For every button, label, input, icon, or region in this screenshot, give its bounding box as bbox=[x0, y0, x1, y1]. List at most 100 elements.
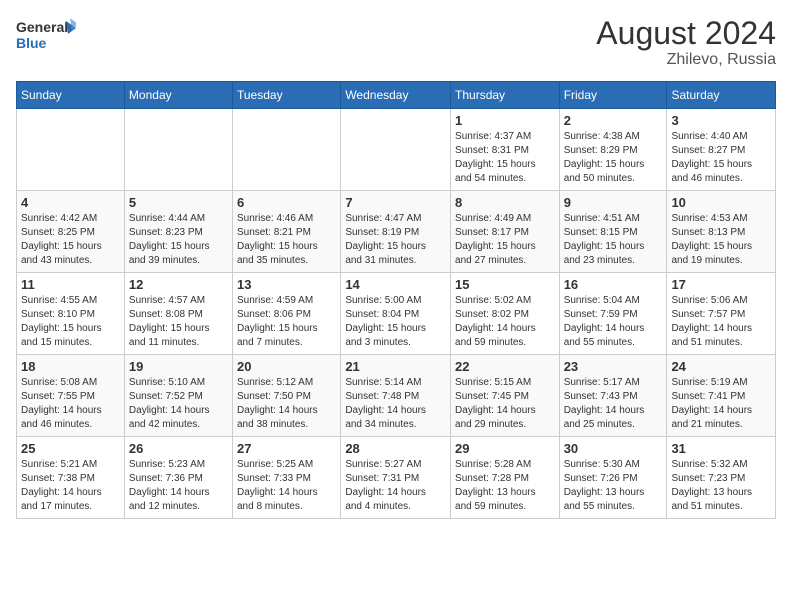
day-info: Sunrise: 5:06 AM Sunset: 7:57 PM Dayligh… bbox=[671, 294, 771, 350]
day-number: 26 bbox=[129, 441, 228, 456]
day-number: 16 bbox=[564, 277, 663, 292]
calendar-cell: 9 Sunrise: 4:51 AM Sunset: 8:15 PM Daylig… bbox=[559, 191, 667, 273]
day-number: 3 bbox=[671, 113, 771, 128]
day-number: 12 bbox=[129, 277, 228, 292]
calendar-cell bbox=[233, 109, 341, 191]
calendar-cell: 16Sunrise: 5:04 AM Sunset: 7:59 PM Dayli… bbox=[559, 273, 667, 355]
calendar-cell: 22 Sunrise: 5:15 AM Sunset: 7:45 PM Dayli… bbox=[451, 355, 560, 437]
day-info: Sunrise: 4:42 AM Sunset: 8:25 PM Dayligh… bbox=[21, 212, 120, 268]
day-number: 20 bbox=[237, 359, 336, 374]
day-info: Sunrise: 5:12 AM Sunset: 7:50 PM Dayligh… bbox=[237, 376, 336, 432]
calendar-week-1: 4 Sunrise: 4:42 AM Sunset: 8:25 PM Daylig… bbox=[17, 191, 776, 273]
calendar-header-row: SundayMondayTuesdayWednesdayThursdayFrid… bbox=[17, 82, 776, 109]
calendar-cell: 21Sunrise: 5:14 AM Sunset: 7:48 PM Dayli… bbox=[341, 355, 451, 437]
calendar-table: SundayMondayTuesdayWednesdayThursdayFrid… bbox=[16, 81, 776, 519]
day-info: Sunrise: 4:37 AM Sunset: 8:31 PM Dayligh… bbox=[455, 130, 555, 186]
day-info: Sunrise: 4:40 AM Sunset: 8:27 PM Dayligh… bbox=[671, 130, 771, 186]
day-info: Sunrise: 5:30 AM Sunset: 7:26 PM Dayligh… bbox=[564, 458, 663, 514]
day-info: Sunrise: 5:15 AM Sunset: 7:45 PM Dayligh… bbox=[455, 376, 555, 432]
calendar-cell: 13 Sunrise: 4:59 AM Sunset: 8:06 PM Dayli… bbox=[233, 273, 341, 355]
calendar-cell: 5Sunrise: 4:44 AM Sunset: 8:23 PM Daylig… bbox=[124, 191, 232, 273]
day-number: 5 bbox=[129, 195, 228, 210]
day-number: 18 bbox=[21, 359, 120, 374]
page-header: GeneralBlue August 2024 Zhilevo, Russia bbox=[16, 16, 776, 69]
day-info: Sunrise: 4:57 AM Sunset: 8:08 PM Dayligh… bbox=[129, 294, 228, 350]
day-header-friday: Friday bbox=[559, 82, 667, 109]
location-subtitle: Zhilevo, Russia bbox=[596, 51, 776, 69]
day-info: Sunrise: 5:00 AM Sunset: 8:04 PM Dayligh… bbox=[345, 294, 446, 350]
calendar-cell: 30Sunrise: 5:30 AM Sunset: 7:26 PM Dayli… bbox=[559, 437, 667, 519]
day-number: 27 bbox=[237, 441, 336, 456]
logo: GeneralBlue bbox=[16, 16, 76, 56]
calendar-cell: 25 Sunrise: 5:21 AM Sunset: 7:38 PM Dayli… bbox=[17, 437, 125, 519]
day-number: 2 bbox=[564, 113, 663, 128]
day-number: 4 bbox=[21, 195, 120, 210]
day-info: Sunrise: 4:55 AM Sunset: 8:10 PM Dayligh… bbox=[21, 294, 120, 350]
calendar-cell: 20 Sunrise: 5:12 AM Sunset: 7:50 PM Dayli… bbox=[233, 355, 341, 437]
day-header-wednesday: Wednesday bbox=[341, 82, 451, 109]
title-area: August 2024 Zhilevo, Russia bbox=[596, 16, 776, 69]
calendar-cell: 11 Sunrise: 4:55 AM Sunset: 8:10 PM Dayli… bbox=[17, 273, 125, 355]
day-number: 21 bbox=[345, 359, 446, 374]
day-info: Sunrise: 4:51 AM Sunset: 8:15 PM Dayligh… bbox=[564, 212, 663, 268]
day-info: Sunrise: 5:23 AM Sunset: 7:36 PM Dayligh… bbox=[129, 458, 228, 514]
day-number: 19 bbox=[129, 359, 228, 374]
calendar-cell bbox=[124, 109, 232, 191]
day-number: 6 bbox=[237, 195, 336, 210]
day-info: Sunrise: 5:27 AM Sunset: 7:31 PM Dayligh… bbox=[345, 458, 446, 514]
calendar-cell: 23Sunrise: 5:17 AM Sunset: 7:43 PM Dayli… bbox=[559, 355, 667, 437]
day-number: 25 bbox=[21, 441, 120, 456]
calendar-cell: 10 Sunrise: 4:53 AM Sunset: 8:13 PM Dayli… bbox=[667, 191, 776, 273]
day-number: 17 bbox=[671, 277, 771, 292]
day-number: 22 bbox=[455, 359, 555, 374]
calendar-cell bbox=[17, 109, 125, 191]
day-number: 11 bbox=[21, 277, 120, 292]
day-info: Sunrise: 5:10 AM Sunset: 7:52 PM Dayligh… bbox=[129, 376, 228, 432]
calendar-cell: 12 Sunrise: 4:57 AM Sunset: 8:08 PM Dayli… bbox=[124, 273, 232, 355]
day-number: 7 bbox=[345, 195, 446, 210]
day-info: Sunrise: 4:47 AM Sunset: 8:19 PM Dayligh… bbox=[345, 212, 446, 268]
calendar-cell: 7 Sunrise: 4:47 AM Sunset: 8:19 PM Daylig… bbox=[341, 191, 451, 273]
day-info: Sunrise: 5:17 AM Sunset: 7:43 PM Dayligh… bbox=[564, 376, 663, 432]
day-number: 31 bbox=[671, 441, 771, 456]
day-info: Sunrise: 4:46 AM Sunset: 8:21 PM Dayligh… bbox=[237, 212, 336, 268]
day-number: 24 bbox=[671, 359, 771, 374]
day-number: 14 bbox=[345, 277, 446, 292]
calendar-cell: 28Sunrise: 5:27 AM Sunset: 7:31 PM Dayli… bbox=[341, 437, 451, 519]
day-number: 9 bbox=[564, 195, 663, 210]
day-header-tuesday: Tuesday bbox=[233, 82, 341, 109]
calendar-cell bbox=[341, 109, 451, 191]
calendar-cell: 1Sunrise: 4:37 AM Sunset: 8:31 PM Daylig… bbox=[451, 109, 560, 191]
calendar-cell: 18Sunrise: 5:08 AM Sunset: 7:55 PM Dayli… bbox=[17, 355, 125, 437]
day-info: Sunrise: 5:02 AM Sunset: 8:02 PM Dayligh… bbox=[455, 294, 555, 350]
calendar-cell: 3 Sunrise: 4:40 AM Sunset: 8:27 PM Daylig… bbox=[667, 109, 776, 191]
calendar-week-0: 1Sunrise: 4:37 AM Sunset: 8:31 PM Daylig… bbox=[17, 109, 776, 191]
calendar-cell: 29Sunrise: 5:28 AM Sunset: 7:28 PM Dayli… bbox=[451, 437, 560, 519]
calendar-cell: 14 Sunrise: 5:00 AM Sunset: 8:04 PM Dayli… bbox=[341, 273, 451, 355]
day-number: 10 bbox=[671, 195, 771, 210]
day-info: Sunrise: 5:21 AM Sunset: 7:38 PM Dayligh… bbox=[21, 458, 120, 514]
day-info: Sunrise: 5:32 AM Sunset: 7:23 PM Dayligh… bbox=[671, 458, 771, 514]
day-info: Sunrise: 4:53 AM Sunset: 8:13 PM Dayligh… bbox=[671, 212, 771, 268]
svg-text:Blue: Blue bbox=[16, 35, 47, 51]
day-number: 13 bbox=[237, 277, 336, 292]
calendar-cell: 31 Sunrise: 5:32 AM Sunset: 7:23 PM Dayli… bbox=[667, 437, 776, 519]
calendar-cell: 27 Sunrise: 5:25 AM Sunset: 7:33 PM Dayli… bbox=[233, 437, 341, 519]
day-header-monday: Monday bbox=[124, 82, 232, 109]
calendar-cell: 4 Sunrise: 4:42 AM Sunset: 8:25 PM Daylig… bbox=[17, 191, 125, 273]
day-number: 8 bbox=[455, 195, 555, 210]
day-info: Sunrise: 4:59 AM Sunset: 8:06 PM Dayligh… bbox=[237, 294, 336, 350]
calendar-cell: 8 Sunrise: 4:49 AM Sunset: 8:17 PM Daylig… bbox=[451, 191, 560, 273]
day-info: Sunrise: 5:28 AM Sunset: 7:28 PM Dayligh… bbox=[455, 458, 555, 514]
day-info: Sunrise: 4:49 AM Sunset: 8:17 PM Dayligh… bbox=[455, 212, 555, 268]
calendar-week-4: 25 Sunrise: 5:21 AM Sunset: 7:38 PM Dayli… bbox=[17, 437, 776, 519]
day-header-thursday: Thursday bbox=[451, 82, 560, 109]
day-header-sunday: Sunday bbox=[17, 82, 125, 109]
calendar-cell: 6 Sunrise: 4:46 AM Sunset: 8:21 PM Daylig… bbox=[233, 191, 341, 273]
calendar-week-3: 18Sunrise: 5:08 AM Sunset: 7:55 PM Dayli… bbox=[17, 355, 776, 437]
calendar-cell: 15 Sunrise: 5:02 AM Sunset: 8:02 PM Dayli… bbox=[451, 273, 560, 355]
day-number: 15 bbox=[455, 277, 555, 292]
day-info: Sunrise: 5:25 AM Sunset: 7:33 PM Dayligh… bbox=[237, 458, 336, 514]
day-header-saturday: Saturday bbox=[667, 82, 776, 109]
day-info: Sunrise: 5:19 AM Sunset: 7:41 PM Dayligh… bbox=[671, 376, 771, 432]
